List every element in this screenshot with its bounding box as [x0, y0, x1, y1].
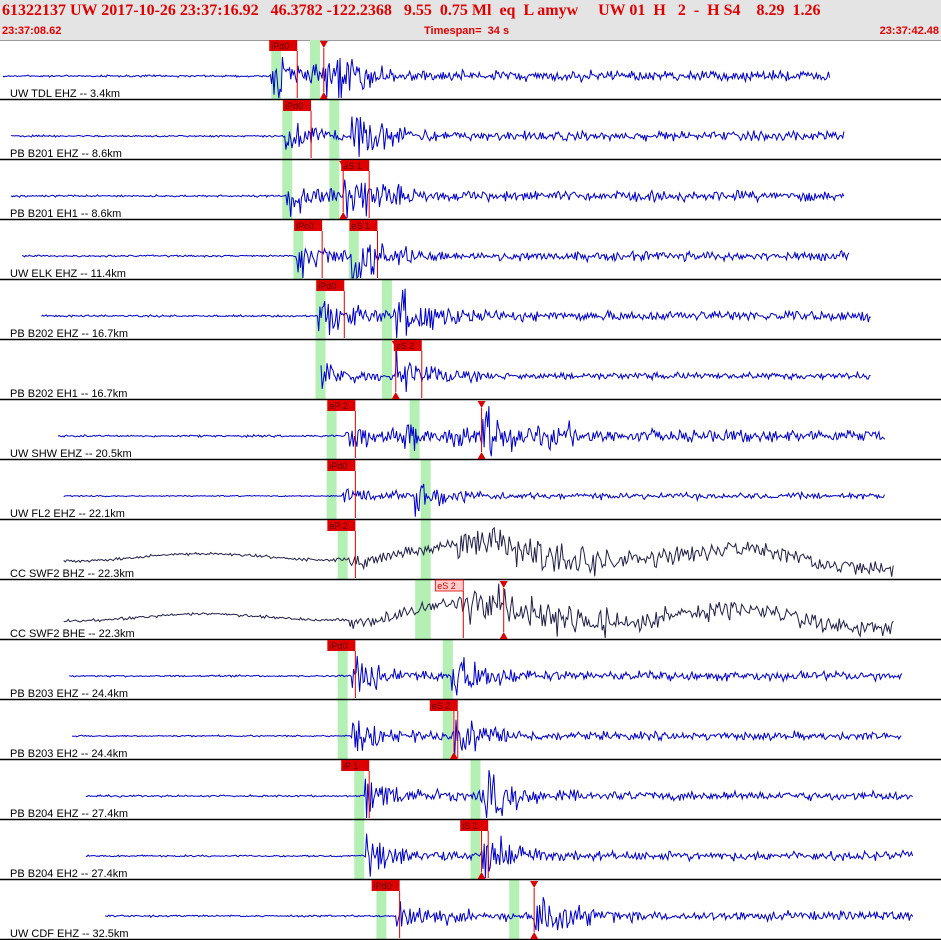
trace-label: PB B201 EH1 -- 8.6km — [10, 208, 121, 220]
pick-label: eS 2 — [432, 701, 451, 711]
trace-label: UW ELK EHZ -- 11.4km — [10, 268, 126, 280]
pick-label: iPd0 — [318, 281, 336, 291]
s-marker-bottom — [339, 212, 348, 219]
pick-label: iP 1 — [343, 761, 358, 771]
trace-label: PB B202 EH1 -- 16.7km — [10, 388, 127, 400]
seismic-trace — [320, 350, 871, 393]
trace-label: PB B204 EHZ -- 27.4km — [10, 808, 128, 820]
pick-label: eP 2 — [329, 401, 347, 411]
seismic-trace — [63, 483, 885, 517]
event-title: 61322137 UW 2017-10-26 23:37:16.92 46.37… — [2, 2, 821, 19]
s-marker-bottom — [391, 392, 400, 399]
pick-window-s — [420, 460, 431, 520]
s-marker-bottom — [499, 632, 508, 639]
s-marker-top — [477, 401, 486, 408]
pick-window-s — [329, 100, 340, 160]
trace-label: UW SHW EHZ -- 20.5km — [10, 448, 132, 460]
trace-label: UW CDF EHZ -- 32.5km — [10, 928, 129, 940]
pick-label: iPc0 — [296, 221, 314, 231]
seismic-trace — [69, 655, 903, 696]
pick-label: iPd0 — [374, 881, 392, 891]
pick-window-s — [442, 640, 453, 700]
pick-window-p — [337, 700, 348, 760]
pick-window-s — [381, 340, 392, 400]
seismogram-plot[interactable]: iPd0 UW TDL EHZ -- 3.4km iPd0 PB B201 EHZ -… — [0, 40, 941, 940]
pick-label: iPd0 — [329, 641, 347, 651]
seismic-trace — [63, 583, 894, 639]
seismic-trace — [10, 116, 845, 157]
seismic-trace — [85, 833, 914, 879]
pick-window-p — [354, 820, 365, 880]
pick-label: eP 2 — [329, 521, 347, 531]
seismic-trace — [85, 770, 913, 819]
pick-label: iPd0 — [271, 41, 289, 51]
trace-label: PB B203 EHZ -- 24.4km — [10, 688, 128, 700]
pick-window-s — [329, 160, 340, 220]
end-time: 23:37:42.48 — [879, 25, 939, 37]
s-marker-top — [499, 581, 508, 588]
seismic-trace — [41, 288, 871, 339]
seismic-trace — [71, 719, 902, 756]
pick-window-p — [315, 340, 326, 400]
seismic-trace — [57, 406, 886, 457]
trace-label: UW FL2 EHZ -- 22.1km — [10, 508, 125, 520]
seismic-trace — [105, 897, 914, 932]
s-marker-bottom — [477, 452, 486, 459]
pick-window-s — [381, 280, 392, 340]
trace-label: PB B203 EH2 -- 24.4km — [10, 748, 127, 760]
pick-window-s — [509, 880, 520, 940]
pick-window-s — [470, 760, 481, 820]
trace-label: UW TDL EHZ -- 3.4km — [10, 88, 120, 100]
seismic-trace — [21, 243, 850, 280]
header-bar: 61322137 UW 2017-10-26 23:37:16.92 46.37… — [0, 0, 941, 41]
trace-label: CC SWF2 BHE -- 22.3km — [10, 628, 135, 640]
start-time: 23:37:08.62 — [2, 25, 62, 37]
pick-label: iPd0 — [329, 461, 347, 471]
seismic-trace — [2, 57, 831, 99]
pick-label: eS 1 — [351, 221, 370, 231]
s-marker-bottom — [530, 932, 539, 939]
trace-label: PB B204 EH2 -- 27.4km — [10, 868, 127, 880]
s-marker-top — [530, 881, 539, 888]
pick-label: iS 1 — [462, 821, 478, 831]
seismic-trace — [10, 179, 845, 219]
trace-label: CC SWF2 BHZ -- 22.3km — [10, 568, 134, 580]
trace-label: PB B202 EHZ -- 16.7km — [10, 328, 128, 340]
seismic-trace — [63, 526, 894, 577]
pick-label: iPd0 — [285, 101, 303, 111]
pick-label: eS 2 — [437, 581, 456, 591]
s-marker-top — [319, 41, 328, 48]
trace-label: PB B201 EHZ -- 8.6km — [10, 148, 122, 160]
timespan-label: Timespan= 34 s — [424, 25, 510, 37]
